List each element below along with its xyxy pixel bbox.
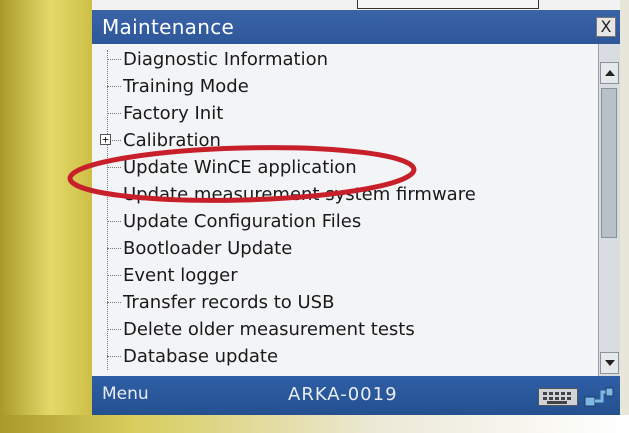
tree-item-diagnostic-information[interactable]: Diagnostic Information xyxy=(107,48,587,72)
device-bezel-right xyxy=(620,0,629,433)
tree-item-label: Bootloader Update xyxy=(123,238,293,259)
tree-item-label: Calibration xyxy=(123,130,221,151)
close-icon: X xyxy=(600,17,612,36)
title-bar: Maintenance X xyxy=(92,10,620,44)
tree-item-update-wince-application[interactable]: Update WinCE application xyxy=(107,156,587,180)
device-bezel-top xyxy=(92,0,629,10)
scrollbar-thumb[interactable] xyxy=(601,88,617,238)
tree-item-delete-older-measurement-tests[interactable]: Delete older measurement tests xyxy=(107,318,587,342)
tree-item-label: Database update xyxy=(123,346,279,367)
tree-item-label: Factory Init xyxy=(123,103,224,124)
tree-item-update-measurement-system-firmware[interactable]: Update measurement system firmware xyxy=(107,183,587,207)
keyboard-icon[interactable] xyxy=(538,388,578,406)
tree-item-update-configuration-files[interactable]: Update Configuration Files xyxy=(107,210,587,234)
bezel-notch xyxy=(357,0,539,9)
tree-item-factory-init[interactable]: Factory Init xyxy=(107,102,587,126)
tree-item-training-mode[interactable]: Training Mode xyxy=(107,75,587,99)
tree-item-label: Diagnostic Information xyxy=(123,49,328,70)
device-photo: Maintenance X Diagnostic Information Tra… xyxy=(0,0,629,433)
tree-item-label: Update WinCE application xyxy=(123,157,357,178)
tree-item-label: Training Mode xyxy=(123,76,249,97)
vertical-scrollbar[interactable] xyxy=(598,44,620,376)
tree-item-transfer-records-to-usb[interactable]: Transfer records to USB xyxy=(107,291,587,315)
tree-item-label: Transfer records to USB xyxy=(123,292,335,313)
tree-item-label: Delete older measurement tests xyxy=(123,319,415,340)
tree-item-bootloader-update[interactable]: Bootloader Update xyxy=(107,237,587,261)
maintenance-tree: Diagnostic Information Training Mode Fac… xyxy=(92,44,598,376)
connector-icon[interactable] xyxy=(584,386,614,408)
chevron-up-icon[interactable] xyxy=(600,62,619,84)
menu-button[interactable]: Menu xyxy=(102,384,149,404)
chevron-down-icon[interactable] xyxy=(600,352,619,374)
device-bezel-left xyxy=(0,0,92,433)
tree-item-calibration[interactable]: + Calibration xyxy=(100,129,587,153)
bottom-bar: Menu ARKA-0019 xyxy=(92,376,620,415)
tree-item-label: Event logger xyxy=(123,265,238,286)
device-id-label: ARKA-0019 xyxy=(288,384,398,405)
window-title: Maintenance xyxy=(102,15,235,39)
expand-plus-icon[interactable]: + xyxy=(100,134,111,145)
device-bezel-bottom xyxy=(0,415,629,433)
tree-item-event-logger[interactable]: Event logger xyxy=(107,264,587,288)
tree-item-database-update[interactable]: Database update xyxy=(107,345,587,369)
tree-item-label: Update measurement system firmware xyxy=(123,184,476,205)
tree-item-label: Update Configuration Files xyxy=(123,211,362,232)
close-button[interactable]: X xyxy=(596,17,616,37)
device-screen: Maintenance X Diagnostic Information Tra… xyxy=(67,10,620,415)
